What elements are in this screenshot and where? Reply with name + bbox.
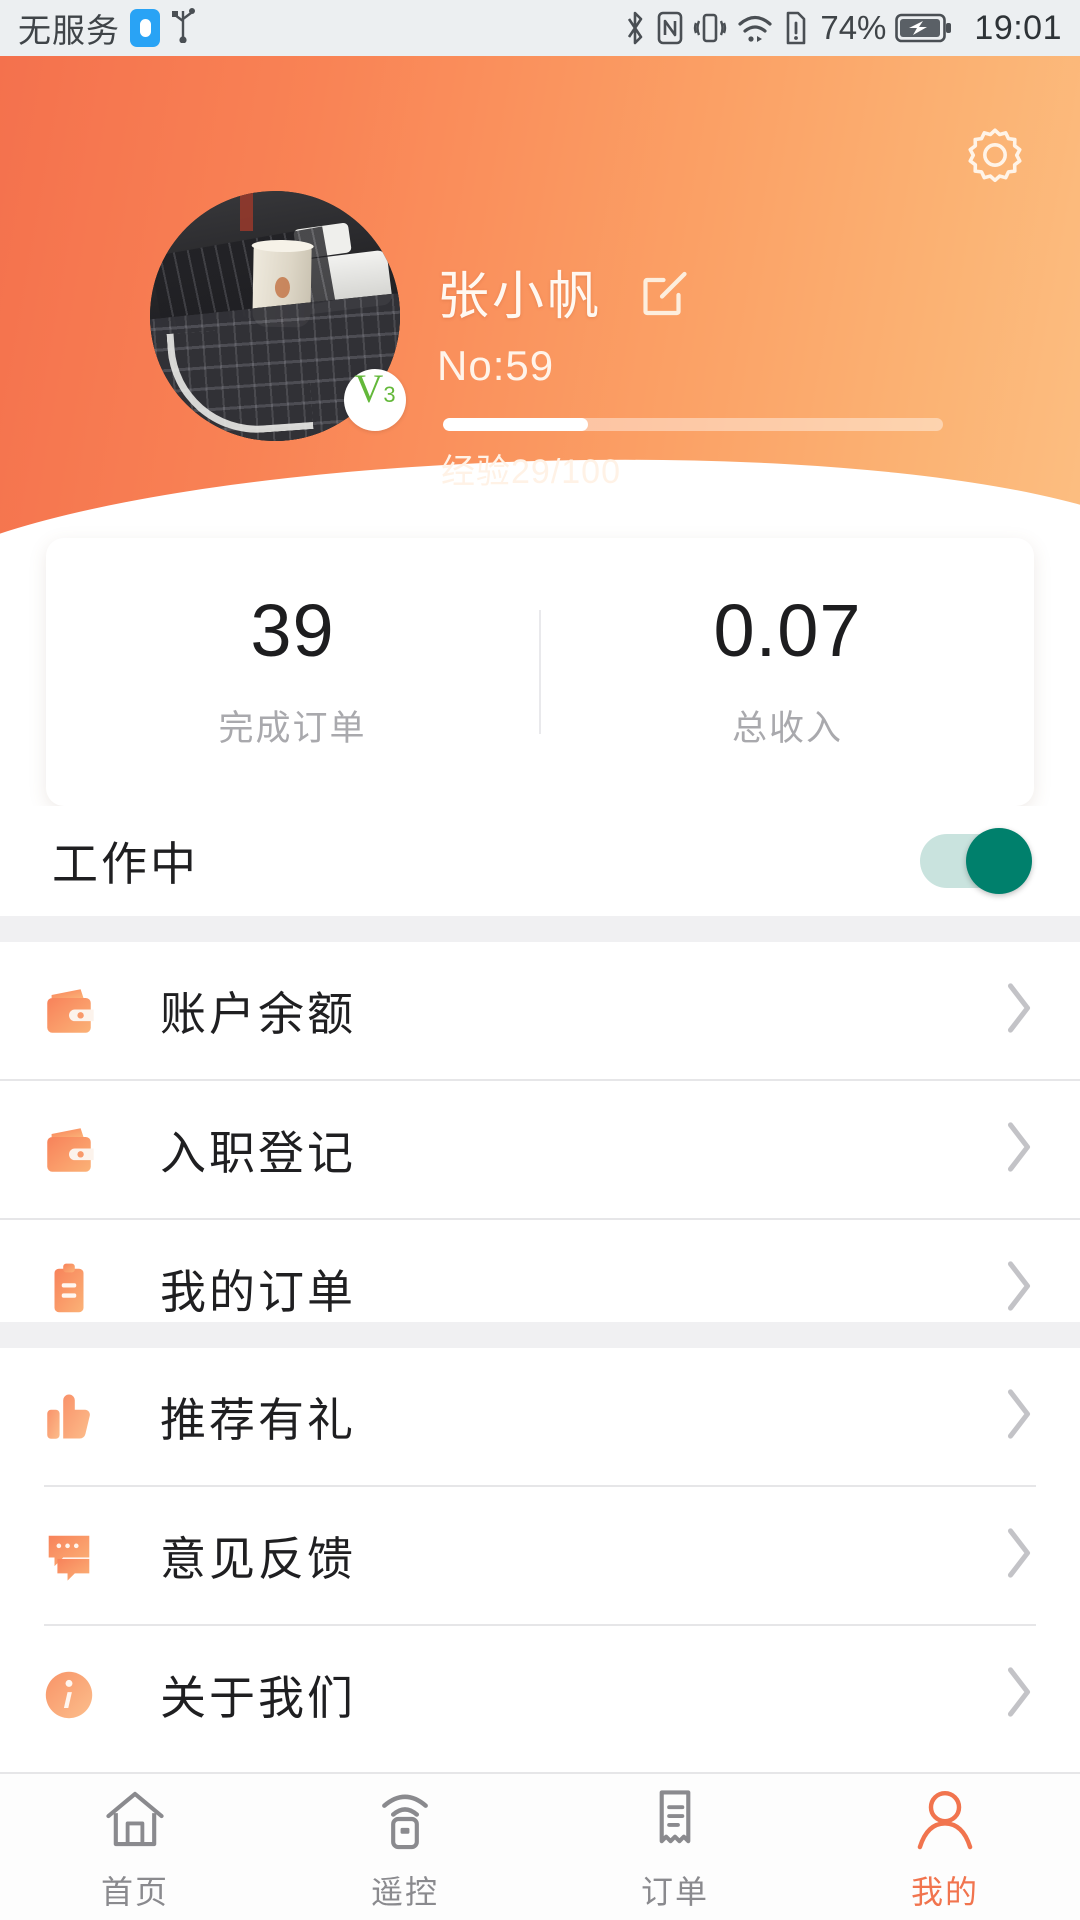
- stat-completed-orders[interactable]: 39 完成订单: [46, 588, 539, 751]
- menu-item-account-balance[interactable]: 账户余额: [0, 942, 1080, 1079]
- settings-button[interactable]: [962, 124, 1028, 190]
- stat-label: 总收入: [731, 708, 843, 748]
- section-gap: [0, 1322, 1080, 1348]
- chevron-right-icon: [1002, 1385, 1036, 1448]
- menu-item-label: 账户余额: [160, 987, 356, 1040]
- level-badge: V 3: [344, 369, 406, 431]
- profile-name-row: 张小帆: [437, 254, 692, 329]
- info-circle-icon: [40, 1666, 98, 1724]
- profile-number: No:59: [437, 342, 555, 389]
- wifi-icon: [736, 9, 774, 47]
- usb-icon: [170, 5, 196, 51]
- vibrate-icon: [693, 9, 727, 47]
- chevron-right-icon: [1002, 1524, 1036, 1587]
- menu-item-feedback[interactable]: 意见反馈: [0, 1487, 1080, 1624]
- nav-item-label: 首页: [100, 1873, 169, 1910]
- nav-item-profile[interactable]: 我的: [810, 1774, 1080, 1920]
- sim-card-icon: [130, 9, 160, 47]
- stats-card: 39 完成订单 0.07 总收入: [46, 538, 1034, 806]
- level-badge-letter: V: [354, 366, 384, 411]
- menu-item-label: 入职登记: [160, 1126, 356, 1179]
- clock-label: 19:01: [974, 8, 1062, 47]
- toggle-knob: [966, 828, 1032, 894]
- stat-total-income[interactable]: 0.07 总收入: [541, 588, 1034, 751]
- menu-item-label: 推荐有礼: [160, 1393, 356, 1446]
- menu-group-primary: 账户余额 入职登记 我的订单: [0, 942, 1080, 1357]
- experience-progress-bar: [443, 418, 943, 431]
- wallet-icon: [40, 1121, 98, 1179]
- menu-item-about-us[interactable]: 关于我们: [0, 1626, 1080, 1763]
- profile-name: 张小帆: [437, 268, 603, 326]
- stat-value: 39: [250, 588, 335, 672]
- nav-item-label: 订单: [640, 1873, 709, 1910]
- menu-item-onboarding-registration[interactable]: 入职登记: [0, 1081, 1080, 1218]
- nav-item-home[interactable]: 首页: [0, 1774, 270, 1920]
- section-gap: [0, 916, 1080, 942]
- menu-item-referral-rewards[interactable]: 推荐有礼: [0, 1348, 1080, 1485]
- edit-profile-button[interactable]: [638, 265, 692, 319]
- work-status-row: 工作中: [0, 806, 1080, 916]
- remote-wifi-icon: [372, 1788, 438, 1855]
- status-bar-right: 74% 19:01: [623, 9, 1062, 48]
- experience-label: 经验29/100: [441, 453, 621, 491]
- edit-square-icon: [638, 271, 692, 323]
- experience-progress-fill: [443, 418, 588, 431]
- bluetooth-icon: [623, 9, 647, 47]
- work-status-label: 工作中: [52, 838, 199, 890]
- nav-item-label: 遥控: [370, 1873, 439, 1910]
- status-bar: 无服务 74% 19:01: [0, 0, 1080, 56]
- stat-value: 0.07: [713, 588, 862, 672]
- sd-card-alert-icon: [783, 9, 809, 47]
- chat-bubble-icon: [40, 1527, 98, 1585]
- bottom-navigation: 首页 遥控 订单 我的: [0, 1772, 1080, 1920]
- nfc-icon: [656, 9, 684, 47]
- chevron-right-icon: [1002, 1257, 1036, 1320]
- clipboard-icon: [40, 1260, 98, 1318]
- nav-item-remote[interactable]: 遥控: [270, 1774, 540, 1920]
- battery-charging-icon: [895, 11, 953, 45]
- chevron-right-icon: [1002, 979, 1036, 1042]
- profile-header: V 3 张小帆 No:59 经验29/100: [0, 56, 1080, 556]
- wallet-icon: [40, 982, 98, 1040]
- person-icon: [912, 1788, 978, 1855]
- nav-item-orders[interactable]: 订单: [540, 1774, 810, 1920]
- chevron-right-icon: [1002, 1663, 1036, 1726]
- menu-item-label: 我的订单: [160, 1265, 356, 1318]
- stat-label: 完成订单: [218, 708, 367, 748]
- thumbs-up-icon: [40, 1388, 98, 1446]
- nav-item-label: 我的: [910, 1873, 979, 1910]
- battery-percent-label: 74%: [820, 9, 887, 46]
- status-bar-left: 无服务: [18, 4, 196, 52]
- work-status-toggle[interactable]: [920, 828, 1032, 894]
- carrier-label: 无服务: [18, 12, 120, 49]
- level-badge-number: 3: [383, 382, 396, 407]
- chevron-right-icon: [1002, 1118, 1036, 1181]
- home-icon: [102, 1788, 168, 1855]
- gear-icon: [962, 122, 1028, 193]
- receipt-icon: [642, 1788, 708, 1855]
- menu-group-secondary: 推荐有礼 意见反馈 关于我们: [0, 1348, 1080, 1763]
- menu-item-label: 意见反馈: [160, 1532, 356, 1585]
- profile-block: V 3 张小帆 No:59 经验29/100: [0, 56, 1080, 556]
- menu-item-label: 关于我们: [160, 1671, 356, 1724]
- avatar-wrapper[interactable]: V 3: [150, 191, 406, 441]
